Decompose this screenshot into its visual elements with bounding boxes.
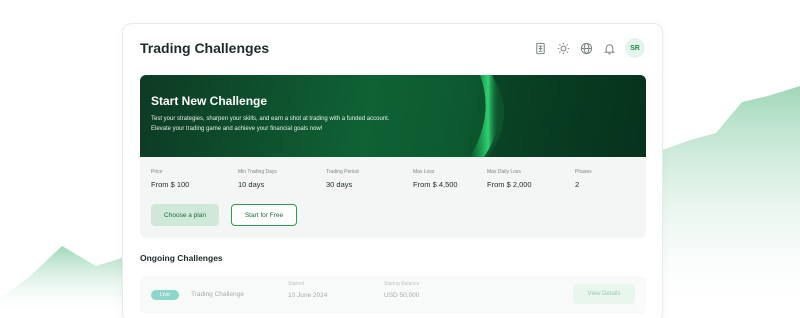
started-column: Started 10 June 2024 — [288, 281, 327, 299]
stat-label: Price — [151, 169, 163, 175]
stat-label: Phases — [575, 169, 592, 175]
calculator-icon[interactable] — [533, 41, 547, 55]
promo-subtitle-line2: Elevate your trading game and achieve yo… — [151, 126, 323, 132]
starting-balance-value: USD 50,000 — [384, 292, 420, 299]
stat-label: Trading Period — [326, 169, 359, 175]
page: Trading Challenges SR Start New Challeng… — [0, 0, 800, 318]
stat-min-trading-days: Min Trading Days 10 days — [238, 169, 277, 189]
challenge-stats: Price From $ 100 Min Trading Days 10 day… — [151, 169, 635, 193]
promo-banner: Start New Challenge Test your strategies… — [140, 75, 646, 157]
sun-icon[interactable] — [556, 41, 570, 55]
stat-value: 10 days — [238, 180, 265, 189]
stat-price: Price From $ 100 — [151, 169, 189, 189]
starting-balance-column: Staring Balance USD 50,000 — [384, 281, 419, 299]
started-value: 10 June 2024 — [288, 292, 328, 299]
stat-value: From $ 4,500 — [413, 180, 458, 189]
choose-plan-button[interactable]: Choose a plan — [151, 204, 219, 226]
globe-icon[interactable] — [579, 41, 593, 55]
stat-value: From $ 2,000 — [487, 180, 532, 189]
starting-balance-label: Staring Balance — [384, 281, 420, 287]
challenge-name: Trading Challenge — [191, 291, 244, 298]
start-for-free-button[interactable]: Start for Free — [231, 204, 297, 226]
stat-max-daily-loss: Max Daily Loss From $ 2,000 — [487, 169, 532, 189]
avatar[interactable]: SR — [625, 38, 645, 58]
stat-label: Min Trading Days — [238, 169, 277, 175]
stat-max-loss: Max Loss From $ 4,500 — [413, 169, 458, 189]
stat-label: Max Loss — [413, 169, 435, 175]
stat-trading-period: Trading Period 30 days — [326, 169, 359, 189]
view-details-button[interactable]: View Details — [573, 284, 635, 304]
stat-phases: Phases 2 — [575, 169, 592, 189]
ongoing-challenges-title: Ongoing Challenges — [140, 253, 223, 263]
page-title: Trading Challenges — [140, 40, 270, 56]
promo-subtitle-line1: Test your strategies, sharpen your skill… — [151, 116, 390, 122]
card-header: Trading Challenges SR — [140, 37, 645, 59]
header-actions: SR — [533, 38, 645, 58]
bell-icon[interactable] — [602, 41, 616, 55]
stat-value: From $ 100 — [151, 180, 190, 189]
promo-subtitle: Test your strategies, sharpen your skill… — [151, 114, 531, 134]
trading-challenges-card: Trading Challenges SR Start New Challeng… — [122, 23, 663, 318]
stat-value: 2 — [575, 180, 580, 189]
start-new-challenge-panel: Start New Challenge Test your strategies… — [140, 75, 646, 238]
started-label: Started — [288, 281, 305, 287]
stat-label: Max Daily Loss — [487, 169, 521, 175]
table-row[interactable]: Live Trading Challenge Started 10 June 2… — [140, 276, 646, 314]
status-badge: Live — [151, 290, 179, 300]
stat-value: 30 days — [326, 180, 353, 189]
promo-title: Start New Challenge — [151, 94, 268, 108]
